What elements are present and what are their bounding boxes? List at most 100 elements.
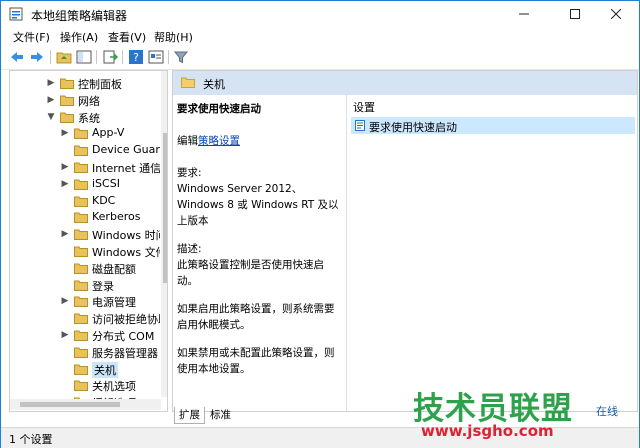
tree-item[interactable]: 访问被拒绝协助 (10, 310, 160, 327)
tree-item-label: 电源管理 (92, 296, 136, 310)
tree-item[interactable]: 服务器管理器 (10, 344, 160, 361)
tab-extended[interactable]: 扩展 (174, 407, 205, 424)
toolbar-separator (50, 50, 51, 64)
chevron-right-icon[interactable]: ▶ (46, 78, 56, 88)
chevron-right-icon[interactable] (60, 280, 70, 290)
close-button[interactable] (593, 1, 639, 27)
chevron-right-icon[interactable]: ▶ (46, 95, 56, 105)
edit-prefix: 编辑 (177, 135, 198, 147)
folder-icon (74, 246, 88, 257)
tree-item[interactable]: ▶ 控制面板 (10, 75, 160, 92)
tree-item[interactable]: 磁盘配额 (10, 260, 160, 277)
tree-item[interactable]: ▼ 系统 (10, 109, 160, 126)
folder-icon (74, 179, 88, 190)
chevron-right-icon[interactable] (60, 145, 70, 155)
settings-column-header[interactable]: 设置 (353, 99, 375, 115)
menu-file[interactable]: 文件(F) (13, 29, 50, 45)
help-icon[interactable]: ? (128, 49, 144, 65)
properties-icon[interactable] (148, 49, 164, 65)
chevron-right-icon[interactable] (60, 380, 70, 390)
tree-item[interactable]: ▶ Windows 时间服务 (10, 226, 160, 243)
menu-bar: 文件(F) 操作(A) 查看(V) 帮助(H) (1, 27, 639, 45)
chevron-right-icon[interactable]: ▶ (60, 179, 70, 189)
disabled-note: 如果禁用或未配置此策略设置，则使用本地设置。 (177, 347, 335, 375)
tree-pane[interactable]: 缓解选项关机选项关机服务器管理器▶分布式 COM访问被拒绝协助▶电源管理登录磁盘… (9, 70, 168, 412)
policy-title: 要求使用快速启动 (177, 103, 261, 115)
chevron-right-icon[interactable] (60, 347, 70, 357)
watermark-url: www.jsgho.com (421, 422, 554, 440)
chevron-right-icon[interactable] (60, 364, 70, 374)
chevron-right-icon[interactable] (60, 263, 70, 273)
tree-item[interactable]: Windows 文件保护 (10, 243, 160, 260)
folder-icon (74, 313, 88, 325)
tree-item[interactable]: 关机 (10, 361, 160, 378)
folder-icon (74, 263, 88, 274)
tree-item[interactable]: KDC (10, 193, 160, 210)
chevron-right-icon[interactable]: ▶ (60, 330, 70, 340)
tree-item[interactable]: ▶ App-V (10, 125, 160, 142)
folder-icon (74, 296, 88, 308)
menu-help[interactable]: 帮助(H) (154, 29, 193, 45)
folder-icon (74, 128, 88, 140)
chevron-right-icon[interactable] (60, 196, 70, 206)
filter-icon[interactable] (173, 49, 189, 65)
chevron-right-icon[interactable] (60, 246, 70, 256)
folder-icon (74, 229, 88, 241)
tree-item[interactable]: Kerberos (10, 209, 160, 226)
chevron-right-icon[interactable] (60, 313, 70, 323)
tree-item[interactable]: ▶ 网络 (10, 92, 160, 109)
tree-item[interactable]: ▶ 分布式 COM (10, 327, 160, 344)
chevron-right-icon[interactable]: ▶ (60, 229, 70, 239)
view-tabs: 扩展 标准 (172, 407, 372, 425)
menu-view[interactable]: 查看(V) (108, 29, 146, 45)
folder-icon (60, 95, 74, 106)
show-tree-icon[interactable] (76, 49, 92, 65)
requirements-text: Windows Server 2012、Windows 8 或 Windows … (177, 183, 339, 227)
back-arrow-icon[interactable] (9, 49, 25, 65)
chevron-right-icon[interactable]: ▶ (60, 128, 70, 138)
edit-policy-line: 编辑策略设置 (177, 133, 341, 149)
tree-item-label: 系统 (78, 111, 100, 125)
tree-item-label: 登录 (92, 279, 114, 293)
tree-item[interactable]: ▶ iSCSI (10, 176, 160, 193)
tree-item-label: 服务器管理器 (92, 346, 158, 360)
forward-arrow-icon[interactable] (29, 49, 45, 65)
maximize-button[interactable] (552, 1, 598, 27)
tree-item[interactable]: 登录 (10, 277, 160, 294)
details-pane: 关机 要求使用快速启动 编辑策略设置 要求: Windows Server 20… (172, 70, 638, 412)
tree-item-label: Windows 文件保护 (92, 246, 160, 259)
tree-item[interactable]: ▶ Internet 通信管理 (10, 159, 160, 176)
list-item[interactable]: 要求使用快速启动 (351, 117, 635, 134)
tree-vertical-scrollbar[interactable] (161, 71, 167, 397)
tree-item-label: 网络 (78, 94, 100, 108)
chevron-right-icon[interactable] (60, 212, 70, 222)
description-text: 此策略设置控制是否使用快速启动。 (177, 259, 324, 287)
scroll-thumb[interactable] (163, 133, 167, 283)
list-item-label: 要求使用快速启动 (369, 121, 457, 134)
maximize-icon (570, 9, 580, 19)
chevron-right-icon[interactable]: ▶ (60, 296, 70, 306)
policy-setting-icon (355, 120, 365, 131)
tree-item-label: 磁盘配额 (92, 262, 136, 276)
tree-item[interactable]: Device Guard (10, 142, 160, 159)
export-list-icon[interactable] (102, 49, 118, 65)
edit-policy-link[interactable]: 策略设置 (198, 135, 240, 147)
chevron-right-icon[interactable]: ▶ (60, 162, 70, 172)
tree-horizontal-scrollbar[interactable] (10, 399, 161, 410)
tree-item-label: 控制面板 (78, 78, 122, 91)
tree-item[interactable]: 关机选项 (10, 377, 160, 394)
scroll-thumb[interactable] (20, 402, 120, 407)
tree-item[interactable]: ▶ 电源管理 (10, 293, 160, 310)
requirements-label: 要求: (177, 167, 202, 179)
enabled-note: 如果启用此策略设置，则系统需要启用休眠模式。 (177, 303, 335, 331)
toolbar-separator (168, 50, 169, 64)
tree-item-label: Device Guard (92, 143, 160, 157)
title-bar: 本地组策略编辑器 (1, 1, 639, 27)
menu-action[interactable]: 操作(A) (60, 29, 98, 45)
folder-icon (181, 77, 195, 88)
policy-editor-icon (9, 7, 23, 21)
chevron-down-icon[interactable]: ▼ (46, 112, 56, 122)
up-folder-icon[interactable] (56, 49, 72, 65)
minimize-button[interactable] (501, 1, 547, 27)
tab-standard[interactable]: 标准 (206, 407, 235, 423)
